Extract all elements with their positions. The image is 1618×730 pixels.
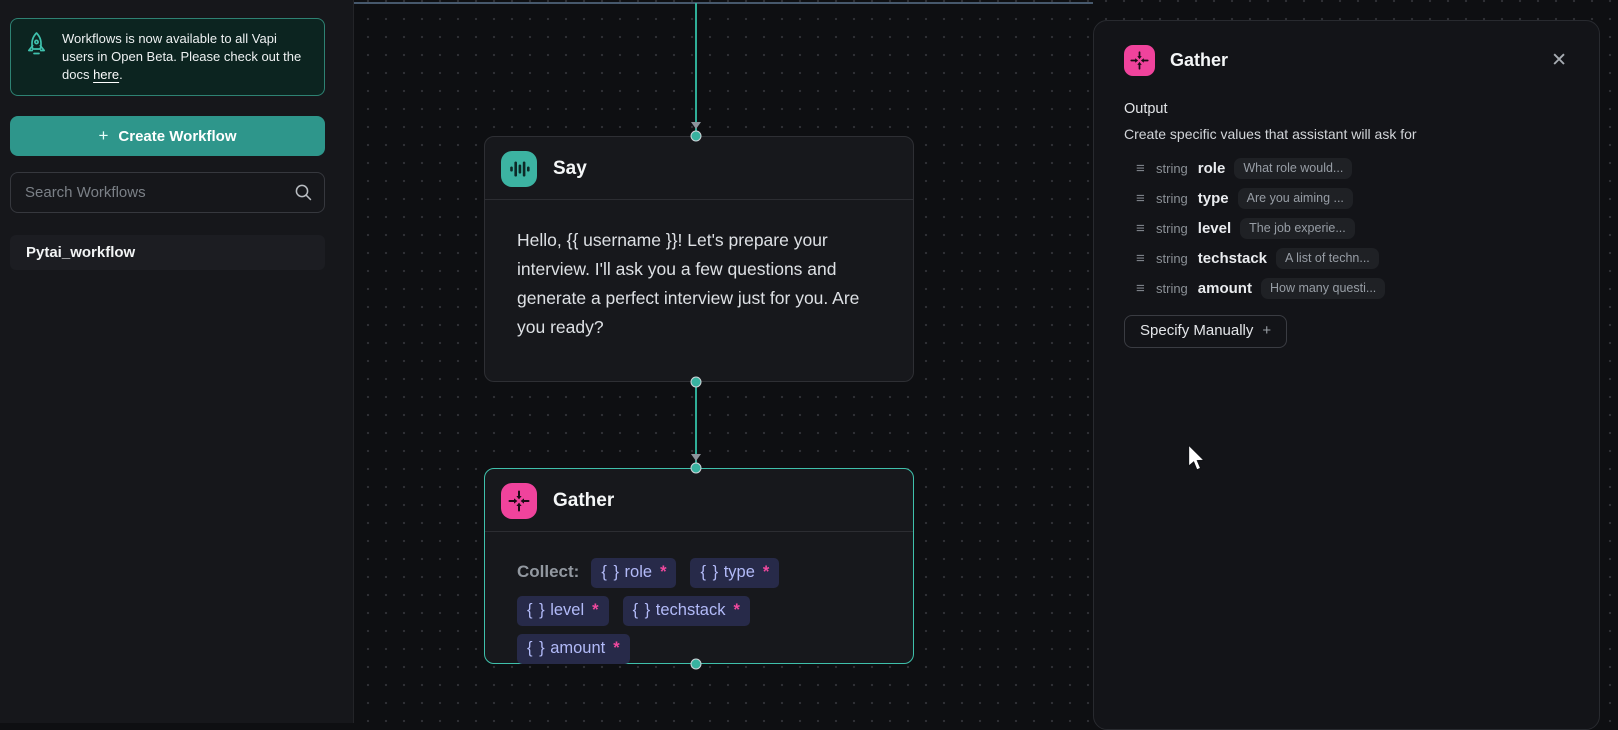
close-icon[interactable]: ✕: [1549, 49, 1569, 72]
collect-chip-techstack[interactable]: { } techstack*: [623, 596, 750, 626]
drag-handle-icon[interactable]: ≡: [1136, 250, 1156, 267]
arrows-converge-icon: [501, 483, 537, 519]
drag-handle-icon[interactable]: ≡: [1136, 220, 1156, 237]
drag-handle-icon[interactable]: ≡: [1136, 190, 1156, 207]
gather-source-handle[interactable]: [691, 659, 702, 670]
field-row-amount[interactable]: ≡ string amount How many questi...: [1136, 273, 1569, 303]
field-row-techstack[interactable]: ≡ string techstack A list of techn...: [1136, 243, 1569, 273]
search-workflows: [10, 172, 325, 213]
drag-handle-icon[interactable]: ≡: [1136, 160, 1156, 177]
collect-chip-amount[interactable]: { } amount*: [517, 634, 630, 664]
gather-details-panel: Gather ✕ Output Create specific values t…: [1093, 20, 1600, 730]
say-node-message: Hello, {{ username }}! Let's prepare you…: [485, 200, 913, 342]
panel-title: Gather: [1170, 50, 1228, 71]
plus-icon: +: [98, 126, 108, 146]
field-row-type[interactable]: ≡ string type Are you aiming ...: [1136, 183, 1569, 213]
rocket-icon: [23, 30, 50, 68]
gather-node-title: Gather: [553, 490, 614, 512]
drag-handle-icon[interactable]: ≡: [1136, 280, 1156, 297]
field-description: The job experie...: [1240, 218, 1355, 239]
field-name: type: [1198, 190, 1229, 207]
gather-node-body: Collect: { } role* { } type* { } level* { } …: [485, 532, 913, 667]
banner-text: Workflows is now available to all Vapi u…: [62, 30, 312, 84]
search-icon: [294, 183, 313, 207]
edge-arrowhead-icon: [691, 122, 701, 129]
field-row-level[interactable]: ≡ string level The job experie...: [1136, 213, 1569, 243]
docs-link[interactable]: here: [93, 67, 119, 82]
panel-header: Gather ✕: [1124, 45, 1569, 76]
say-source-handle[interactable]: [691, 377, 702, 388]
field-name: level: [1198, 220, 1231, 237]
field-name: techstack: [1198, 250, 1267, 267]
field-type: string: [1156, 191, 1188, 206]
output-section-label: Output: [1124, 101, 1569, 117]
edge-say-to-gather: [695, 386, 697, 464]
output-section-subtitle: Create specific values that assistant wi…: [1124, 126, 1569, 142]
field-description: How many questi...: [1261, 278, 1385, 299]
gather-node-header: Gather: [485, 469, 913, 531]
offscreen-node-edge: [354, 2, 1093, 4]
field-type: string: [1156, 161, 1188, 176]
say-node-title: Say: [553, 158, 587, 180]
arrows-converge-icon: [1124, 45, 1155, 76]
collect-chip-role[interactable]: { } role*: [591, 558, 676, 588]
collect-chip-level[interactable]: { } level*: [517, 596, 609, 626]
create-workflow-label: Create Workflow: [118, 128, 236, 145]
specify-manually-label: Specify Manually: [1140, 322, 1253, 339]
plus-icon: +: [1262, 322, 1271, 339]
node-say[interactable]: Say Hello, {{ username }}! Let's prepare…: [484, 136, 914, 382]
output-field-list: ≡ string role What role would... ≡ strin…: [1124, 153, 1569, 303]
field-description: What role would...: [1234, 158, 1352, 179]
field-type: string: [1156, 251, 1188, 266]
field-name: role: [1198, 160, 1226, 177]
collect-label: Collect:: [517, 562, 579, 581]
say-node-header: Say: [485, 137, 913, 199]
search-input[interactable]: [10, 172, 325, 213]
field-type: string: [1156, 281, 1188, 296]
create-workflow-button[interactable]: + Create Workflow: [10, 116, 325, 156]
sidebar: Workflows is now available to all Vapi u…: [0, 0, 354, 723]
field-row-role[interactable]: ≡ string role What role would...: [1136, 153, 1569, 183]
field-description: Are you aiming ...: [1238, 188, 1353, 209]
edge-arrowhead-icon: [691, 454, 701, 461]
node-gather[interactable]: Gather Collect: { } role* { } type* { } lev…: [484, 468, 914, 664]
field-name: amount: [1198, 280, 1252, 297]
edge-start-to-say: [695, 3, 697, 132]
workflow-list-item[interactable]: Pytai_workflow: [10, 235, 325, 270]
waveform-icon: [501, 151, 537, 187]
gather-target-handle[interactable]: [691, 463, 702, 474]
specify-manually-button[interactable]: Specify Manually +: [1124, 315, 1287, 348]
collect-chip-type[interactable]: { } type*: [690, 558, 779, 588]
say-target-handle[interactable]: [691, 131, 702, 142]
announcement-banner: Workflows is now available to all Vapi u…: [10, 18, 325, 96]
field-description: A list of techn...: [1276, 248, 1379, 269]
field-type: string: [1156, 221, 1188, 236]
